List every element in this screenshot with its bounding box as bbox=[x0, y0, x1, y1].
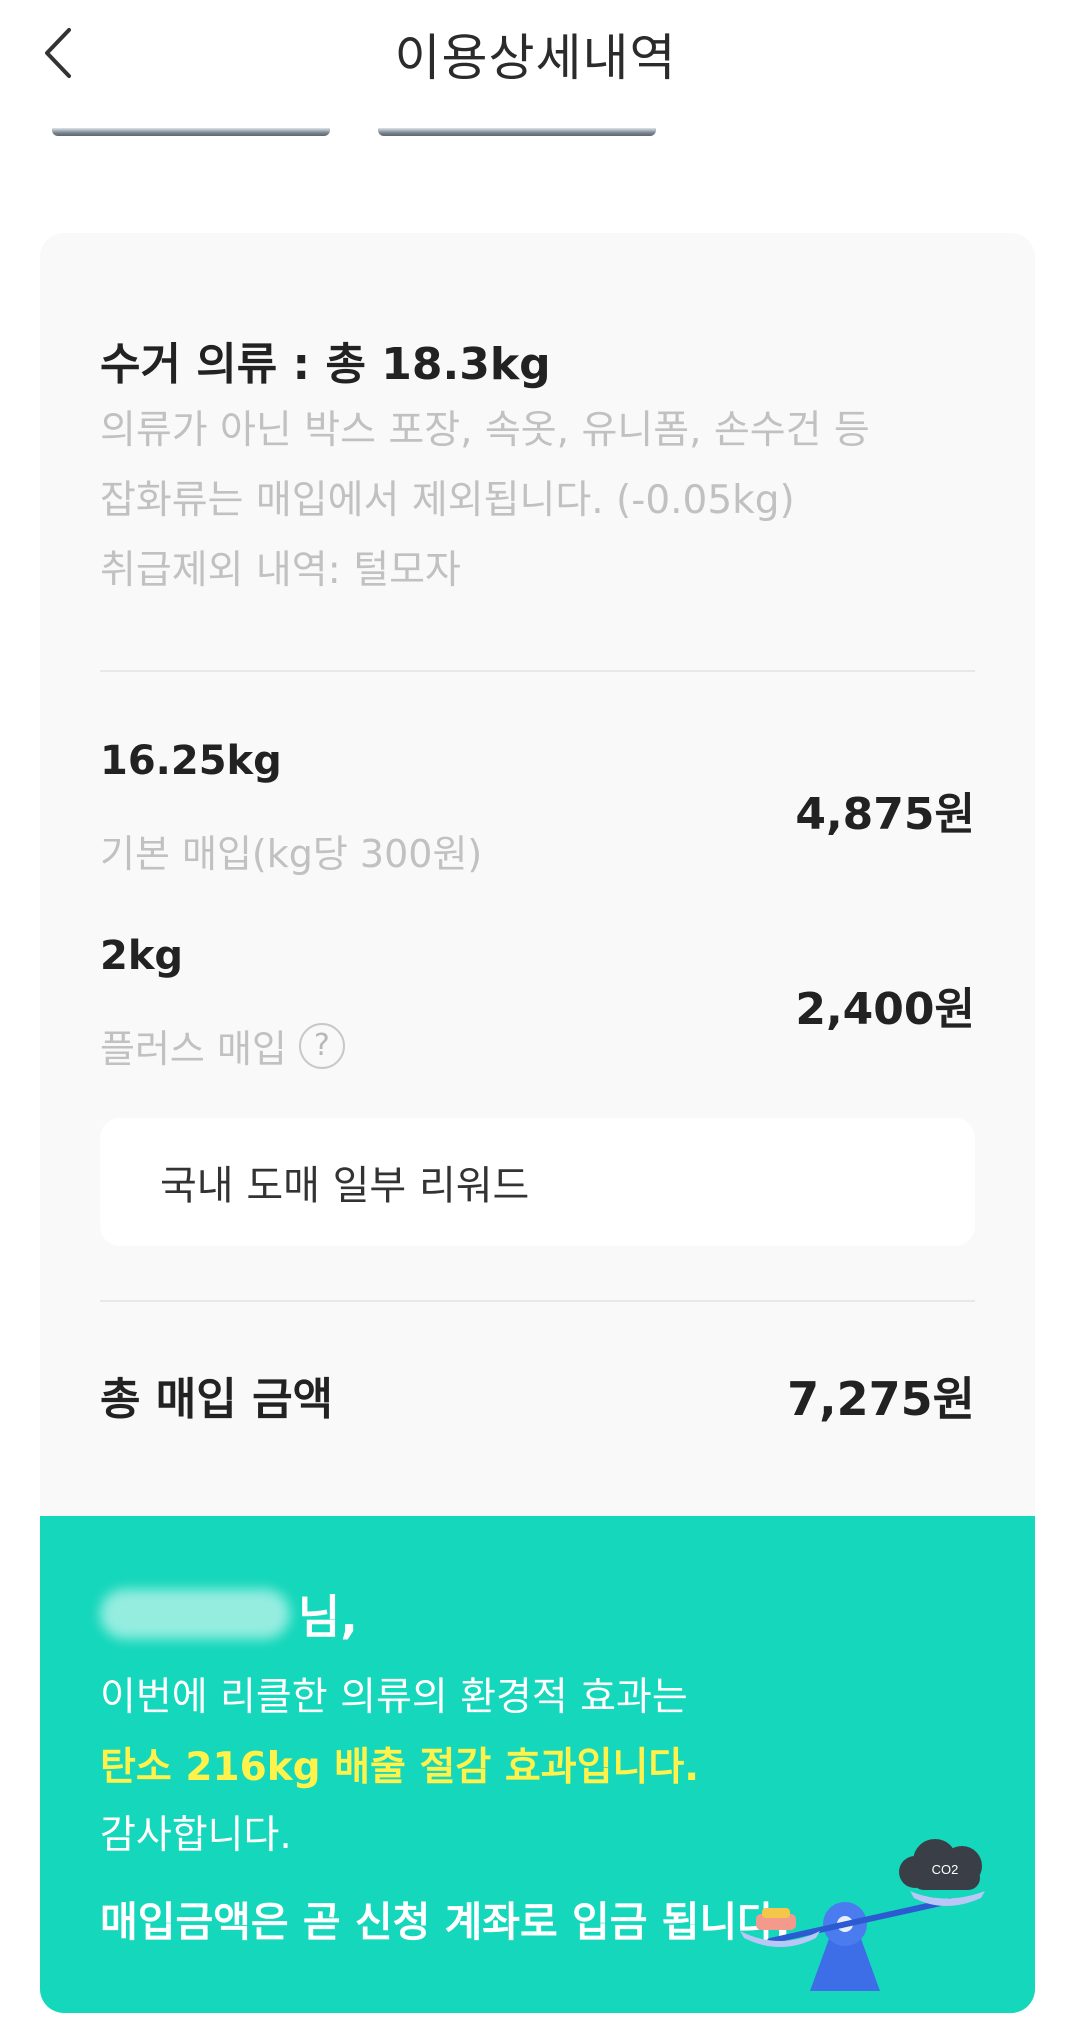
basic-purchase-label: 기본 매입(kg당 300원) bbox=[100, 823, 482, 878]
basic-purchase-amount: 4,875원 bbox=[795, 789, 975, 840]
scale-co2-illustration: CO2 bbox=[740, 1839, 985, 1991]
exclusion-note-line: 잡화류는 매입에서 제외됩니다. (-0.05kg) bbox=[100, 478, 795, 523]
plus-purchase-amount: 2,400원 bbox=[795, 984, 975, 1035]
impact-intro-text: 이번에 리클한 의류의 환경적 효과는 bbox=[100, 1675, 688, 1720]
collected-clothing-title: 수거 의류 : 총 18.3kg bbox=[100, 339, 551, 390]
greeting-suffix: 님, bbox=[298, 1590, 358, 1644]
divider bbox=[100, 670, 975, 672]
plus-purchase-label-text: 플러스 매입 bbox=[100, 1027, 287, 1071]
excluded-items-line: 취급제외 내역: 털모자 bbox=[100, 548, 461, 593]
co2-label: CO2 bbox=[932, 1862, 959, 1877]
blurred-user-name bbox=[100, 1589, 290, 1639]
reward-box-text: 국내 도매 일부 리워드 bbox=[160, 1163, 530, 1209]
header: 이용상세내역 bbox=[0, 0, 1071, 105]
exclusion-note-line: 의류가 아닌 박스 포장, 속옷, 유니폼, 손수건 등 bbox=[100, 408, 870, 453]
detail-card: 수거 의류 : 총 18.3kg 의류가 아닌 박스 포장, 속옷, 유니폼, … bbox=[40, 233, 1035, 2013]
basic-purchase-weight: 16.25kg bbox=[100, 738, 282, 784]
question-circle-icon[interactable]: ? bbox=[298, 1022, 345, 1069]
user-greeting: 님, bbox=[100, 1581, 358, 1647]
total-purchase-amount: 7,275원 bbox=[787, 1372, 975, 1426]
deposit-notice-text: 매입금액은 곧 신청 계좌로 입금 됩니다. bbox=[100, 1898, 791, 1946]
plus-purchase-weight: 2kg bbox=[100, 933, 184, 979]
domestic-wholesale-reward-box: 국내 도매 일부 리워드 bbox=[100, 1118, 975, 1246]
usage-detail-page: 이용상세내역 수거 의류 : 총 18.3kg 의류가 아닌 박스 포장, 속옷… bbox=[0, 0, 1071, 2025]
photo-thumbnail bbox=[52, 128, 330, 136]
photo-thumbnail bbox=[378, 128, 656, 136]
total-purchase-label: 총 매입 금액 bbox=[100, 1374, 334, 1425]
divider bbox=[100, 1300, 975, 1302]
basic-purchase-label-text: 기본 매입(kg당 300원) bbox=[100, 832, 483, 876]
co2-cloud-icon: CO2 bbox=[899, 1839, 982, 1890]
plus-purchase-label: 플러스 매입 ? bbox=[100, 1018, 345, 1073]
environmental-impact-panel: 님, 이번에 리클한 의류의 환경적 효과는 탄소 216kg 배출 절감 효과… bbox=[40, 1516, 1035, 2013]
page-title: 이용상세내역 bbox=[394, 29, 677, 87]
thank-you-text: 감사합니다. bbox=[100, 1813, 292, 1858]
carbon-saving-highlight: 탄소 216kg 배출 절감 효과입니다. bbox=[100, 1745, 700, 1790]
